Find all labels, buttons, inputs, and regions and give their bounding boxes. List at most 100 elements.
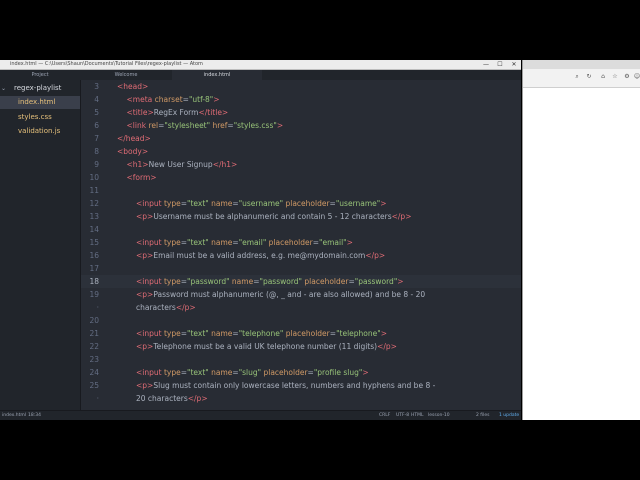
code-token: type [163,199,181,208]
home-icon[interactable]: ⌂ [599,73,607,81]
line-number: 11 [89,186,99,195]
code-line[interactable]: <input type="text" name="email" placehol… [136,236,353,249]
tab-welcome[interactable]: Welcome [81,70,171,80]
browser-toolbar: ⌕ ↻ ⌂ ☆ ⚙ ☺ [523,69,640,88]
file-label: validation.js [18,127,61,135]
code-line[interactable]: <input type="text" name="username" place… [136,197,387,210]
code-token: "telephone" [336,329,381,338]
code-line[interactable]: </head> [117,132,151,145]
code-line[interactable]: <input type="text" name="slug" placehold… [136,366,369,379]
line-number: 15 [89,238,99,247]
code-token: type [163,329,181,338]
code-token: "email" [319,238,347,247]
line-number: 5 [94,108,99,117]
tree-root-folder[interactable]: ⌄ regex-playlist [0,82,80,95]
code-token: "text" [187,329,209,338]
code-token: > [380,329,387,338]
tree-file-validation-js[interactable]: validation.js [0,125,80,138]
code-token: "slug" [238,368,262,377]
code-token: Slug must contain only lowercase letters… [153,381,436,390]
code-token: "styles.css" [233,121,277,130]
code-line[interactable]: <p>Email must be a valid address, e.g. m… [136,249,385,262]
browser-window: ⌕ ↻ ⌂ ☆ ⚙ ☺ [522,60,640,420]
code-line[interactable]: <input type="text" name="telephone" plac… [136,327,387,340]
status-line-ending[interactable]: CRLF [379,411,390,420]
tree-file-index-html[interactable]: index.html [0,96,80,109]
browser-content [523,88,640,420]
status-files-changed[interactable]: 2 files [476,411,490,420]
line-number: 23 [89,355,99,364]
code-token: "password" [259,277,303,286]
status-updates[interactable]: 1 update [499,411,519,420]
maximize-button[interactable]: ☐ [493,60,507,69]
status-branch[interactable]: lesson-10 [428,411,450,420]
code-line[interactable]: 20 characters</p> [136,392,208,405]
code-token: </p> [187,394,208,403]
code-line[interactable]: <head> [117,80,148,93]
code-token: name [208,199,233,208]
code-line[interactable]: <body> [117,145,148,158]
status-cursor[interactable]: 18:34 [28,411,41,420]
code-line[interactable]: <meta charset="utf-8"> [127,93,220,106]
line-number: 17 [89,264,99,273]
code-token: </h1> [212,160,238,169]
code-token: </title> [198,108,229,117]
code-line[interactable]: <p>Username must be alphanumeric and con… [136,210,411,223]
code-line[interactable]: <input type="password" name="password" p… [136,275,404,288]
code-token: <form> [126,173,157,182]
search-icon[interactable]: ⌕ [573,73,581,81]
code-line[interactable]: characters</p> [136,301,196,314]
code-token: > [397,277,404,286]
status-grammar[interactable]: HTML [411,411,424,420]
line-number: 3 [94,82,99,91]
code-line[interactable]: <h1>New User Signup</h1> [127,158,238,171]
code-token: name [208,238,233,247]
code-token: placeholder [283,199,330,208]
code-token: Password must alphanumeric (@, _ and - a… [153,290,426,299]
pane-tabs: Project Welcome index.html [0,70,521,80]
code-token: Email must be a valid address, e.g. me@m… [153,251,366,260]
code-token: "telephone" [238,329,284,338]
code-line[interactable]: <title>RegEx Form</title> [127,106,229,119]
code-token: "utf-8" [188,95,214,104]
code-line[interactable]: <form> [127,171,157,184]
code-token: </p> [391,212,412,221]
tree-view-header[interactable]: Project [0,70,80,80]
tree-file-styles-css[interactable]: styles.css [0,111,80,124]
code-token: "text" [187,368,209,377]
code-token: > [276,121,284,130]
tree-view: ⌄ regex-playlist index.html styles.css v… [0,80,81,410]
close-button[interactable]: ✕ [507,60,521,69]
code-token: characters [136,303,176,312]
code-line[interactable]: <p>Password must alphanumeric (@, _ and … [136,288,425,301]
code-token: </p> [377,342,397,351]
minimize-button[interactable]: — [479,60,493,69]
code-token: RegEx Form [153,108,199,117]
line-number: 8 [94,147,99,156]
code-token: <p> [136,290,154,299]
code-line[interactable]: <p>Slug must contain only lowercase lett… [136,379,435,392]
code-line[interactable]: <link rel="stylesheet" href="styles.css"… [127,119,284,132]
smiley-icon[interactable]: ☺ [633,73,640,81]
code-token: Telephone must be a valid UK telephone n… [153,342,378,351]
tab-index-html[interactable]: index.html [172,70,262,80]
code-token: "username" [335,199,381,208]
settings-icon[interactable]: ⚙ [623,73,631,81]
status-encoding[interactable]: UTF-8 [396,411,409,420]
file-label: index.html [18,98,56,106]
code-token: New User Signup [148,160,213,169]
line-number: 20 [89,316,99,325]
favorites-icon[interactable]: ☆ [611,73,619,81]
refresh-icon[interactable]: ↻ [585,73,593,81]
chevron-down-icon: ⌄ [1,85,7,92]
code-token: > [346,238,353,247]
code-token: <input [136,329,164,338]
status-file[interactable]: index.html [2,411,26,420]
code-token: <input [136,368,164,377]
code-token: <p> [136,251,154,260]
code-token: type [163,277,181,286]
code-line[interactable]: <p>Telephone must be a valid UK telephon… [136,340,397,353]
code-editor[interactable]: 3 <head> 4 <meta charset="utf-8"> 5 <title>Re… [81,80,521,410]
line-number: · [96,394,99,403]
code-token: name [229,277,254,286]
